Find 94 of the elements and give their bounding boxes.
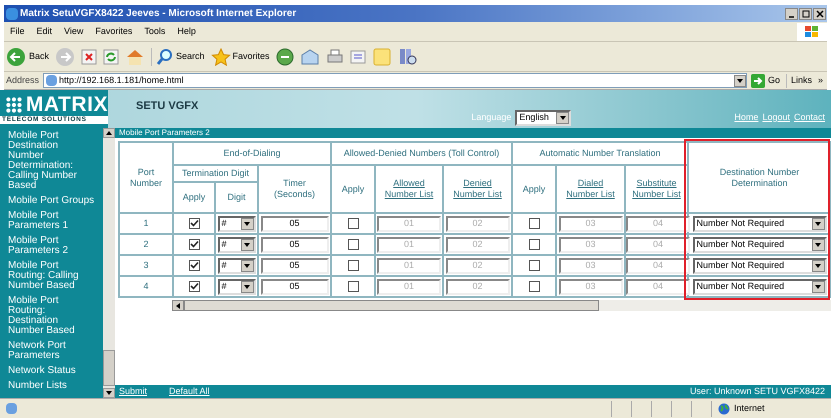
page-icon [6,403,17,414]
sidebar-item[interactable]: Mobile Port Destination Number Determination: Calling Number Based [8,131,96,191]
checkbox[interactable] [188,238,200,250]
sidebar-item[interactable]: Mobile Port Routing: Calling Number Based [8,261,96,291]
scroll-up-icon [103,128,115,138]
edit-icon[interactable] [350,48,366,64]
timer-field[interactable]: 05 [260,278,328,294]
star-icon [210,48,231,66]
checkbox[interactable] [528,260,540,271]
timer-field[interactable]: 05 [260,216,328,232]
column-header: Digit [226,192,246,203]
vertical-scrollbar[interactable] [103,128,115,398]
menu-item[interactable]: Favorites [89,24,138,38]
close-icon[interactable] [813,8,826,20]
language-dropdown[interactable]: English [515,110,572,126]
minimize-icon[interactable] [785,8,798,20]
refresh-icon[interactable] [103,48,120,64]
search-icon [156,48,174,66]
scroll-down-icon [103,388,115,398]
search-button[interactable]: Search [151,48,205,66]
column-header: Apply [340,184,366,194]
column-header: Timer (Seconds) [272,178,316,200]
digit-dropdown[interactable]: # [218,278,256,294]
scroll-thumb[interactable] [103,350,115,386]
browser-icon [6,8,18,20]
column-header: End-of-Dialing [222,148,282,159]
port-number: 3 [143,260,148,270]
more-links-button[interactable]: » [818,74,825,88]
checkbox[interactable] [348,260,359,271]
footer-link[interactable]: Default All [169,384,210,398]
column-header: Apply [522,184,546,194]
product-name: SETU VGFX [136,99,198,114]
favorites-button[interactable]: Favorites [210,48,270,66]
sidebar-item[interactable]: Network Status [8,366,96,376]
column-header: Termination Digit [180,168,250,179]
checkbox[interactable] [188,280,200,292]
checkbox[interactable] [528,218,540,229]
timer-field[interactable]: 05 [260,258,328,274]
column-header: Destination Number Determination [718,166,800,188]
destination-dropdown[interactable]: Number Not Required [692,278,827,294]
sidebar-item[interactable]: Mobile Port Parameters 2 [8,236,96,256]
maximize-icon[interactable] [799,8,812,20]
timer-field[interactable]: 05 [260,236,328,252]
zone-label: Internet [734,402,765,415]
windows-logo-icon [797,22,827,40]
sidebar-item[interactable]: Network Port Parameters [8,341,96,361]
menu-item[interactable]: View [58,24,90,38]
column-header: Apply [182,192,206,203]
menu-item[interactable]: Tools [138,24,172,38]
digit-dropdown[interactable]: # [218,216,256,232]
checkbox[interactable] [188,260,200,271]
checkbox[interactable] [348,218,359,229]
user-info: User: Unknown SETU VGFX8422 [690,384,826,398]
checkbox[interactable] [188,218,200,229]
address-label: Address [6,74,40,87]
page-title-bar: Mobile Port Parameters 2 [115,128,831,138]
sidebar-item[interactable]: Number Lists [8,381,96,391]
destination-dropdown[interactable]: Number Not Required [692,216,827,232]
port-number: 1 [143,218,148,228]
footer-link[interactable]: Submit [119,384,148,398]
address-field[interactable]: http://192.168.1.181/home.html [43,73,747,88]
digit-dropdown[interactable]: # [218,258,256,274]
stop-icon[interactable] [81,48,98,64]
destination-dropdown[interactable]: Number Not Required [692,236,827,252]
language-label: Language [471,110,512,124]
column-header: Port Number [128,166,163,188]
checkbox[interactable] [348,280,359,292]
column-header: Allowed-Denied Numbers (Toll Control) [342,148,500,159]
port-number: 2 [143,238,148,249]
menu-item[interactable]: Edit [30,24,58,38]
go-button[interactable]: Go [750,74,787,88]
links-button[interactable]: Links [790,74,814,88]
media-icon[interactable] [276,48,294,66]
port-number: 4 [143,280,148,291]
checkbox[interactable] [348,238,359,250]
sidebar-item[interactable]: Mobile Port Routing: Destination Number Based [8,296,96,336]
destination-dropdown[interactable]: Number Not Required [692,258,827,274]
digit-dropdown[interactable]: # [218,236,256,252]
dots-icon [6,95,22,115]
menu-item[interactable]: File [4,24,31,38]
sidebar-item[interactable]: Mobile Port Parameters 1 [8,211,96,231]
scroll-thumb[interactable] [184,300,599,311]
checkbox[interactable] [528,238,540,250]
column-header: Automatic Number Translation [538,148,662,159]
sidebar-item[interactable]: Mobile Port Groups [8,196,96,206]
window-title: Matrix SetuVGFX8422 Jeeves - Microsoft Internet Explorer [20,7,296,21]
page-icon [46,75,58,86]
back-button[interactable]: Back [6,46,50,66]
scroll-left-icon[interactable] [172,300,184,311]
go-arrow-icon [750,74,765,88]
globe-icon [718,402,730,414]
printer-icon[interactable] [326,48,344,66]
menu-item[interactable]: Help [171,24,202,38]
checkbox[interactable] [528,280,540,292]
